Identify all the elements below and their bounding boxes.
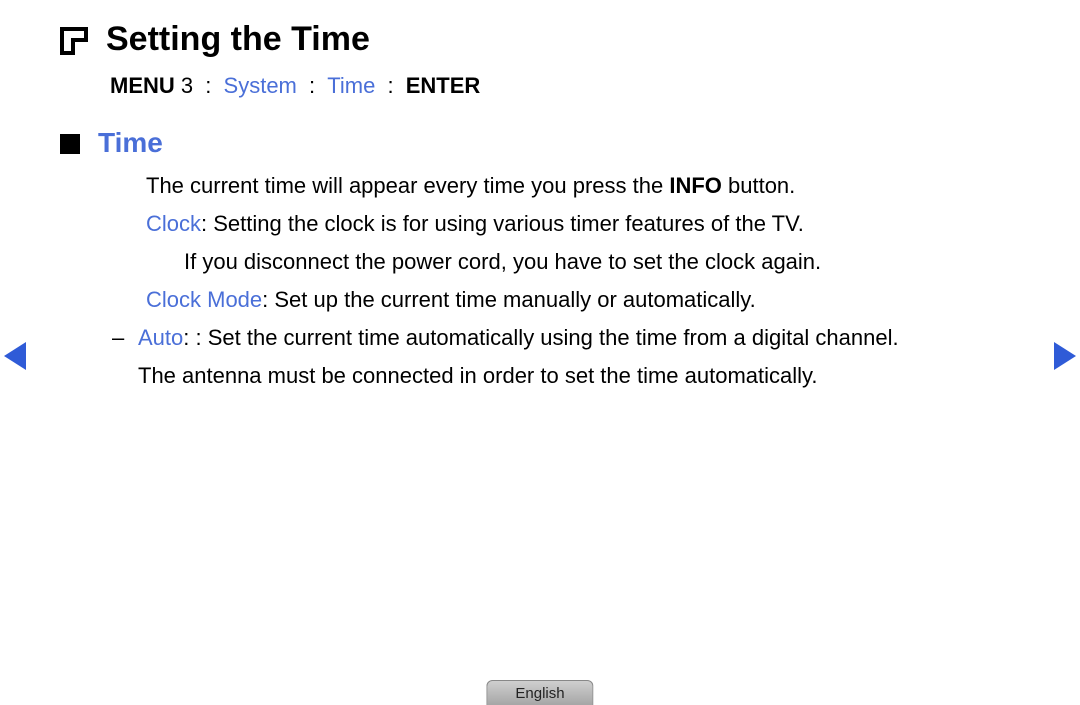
prev-page-arrow-icon[interactable] [4, 342, 26, 370]
auto-item: – Auto: : Set the current time automatic… [98, 321, 1020, 397]
next-page-arrow-icon[interactable] [1054, 342, 1076, 370]
auto-label: Auto [138, 325, 183, 350]
breadcrumb: MENU 3 : System : Time : ENTER [110, 73, 1020, 99]
page-title: Setting the Time [106, 20, 370, 59]
intro-post: button. [722, 173, 795, 198]
clock-note-text: If you disconnect the power cord, you ha… [184, 249, 821, 274]
dash-bullet-icon: – [112, 321, 130, 397]
section-heading: Time [98, 127, 1020, 159]
clock-text: : Setting the clock is for using various… [201, 211, 804, 236]
clockmode-label: Clock Mode [146, 287, 262, 312]
intro-pre: The current time will appear every time … [146, 173, 669, 198]
clockmode-text: : Set up the current time manually or au… [262, 287, 756, 312]
breadcrumb-num: 3 [181, 73, 193, 98]
clock-label: Clock [146, 211, 201, 236]
breadcrumb-menu: MENU [110, 73, 175, 98]
clockmode-line: Clock Mode: Set up the current time manu… [98, 283, 1020, 317]
clock-note: If you disconnect the power cord, you ha… [98, 245, 1020, 279]
auto-note: The antenna must be connected in order t… [138, 359, 980, 393]
language-tab[interactable]: English [486, 680, 593, 705]
title-row: Setting the Time [60, 20, 1020, 59]
content-section: Time The current time will appear every … [60, 127, 1020, 398]
auto-text: : : Set the current time automatically u… [183, 325, 898, 350]
breadcrumb-system: System [224, 73, 297, 98]
intro-bold: INFO [669, 173, 722, 198]
intro-text: The current time will appear every time … [98, 169, 1020, 203]
square-bullet-icon [60, 134, 80, 154]
breadcrumb-time: Time [327, 73, 375, 98]
breadcrumb-enter: ENTER [406, 73, 481, 98]
section-bullet-icon [60, 27, 88, 55]
language-label: English [515, 685, 564, 702]
clock-line: Clock: Setting the clock is for using va… [98, 207, 1020, 241]
